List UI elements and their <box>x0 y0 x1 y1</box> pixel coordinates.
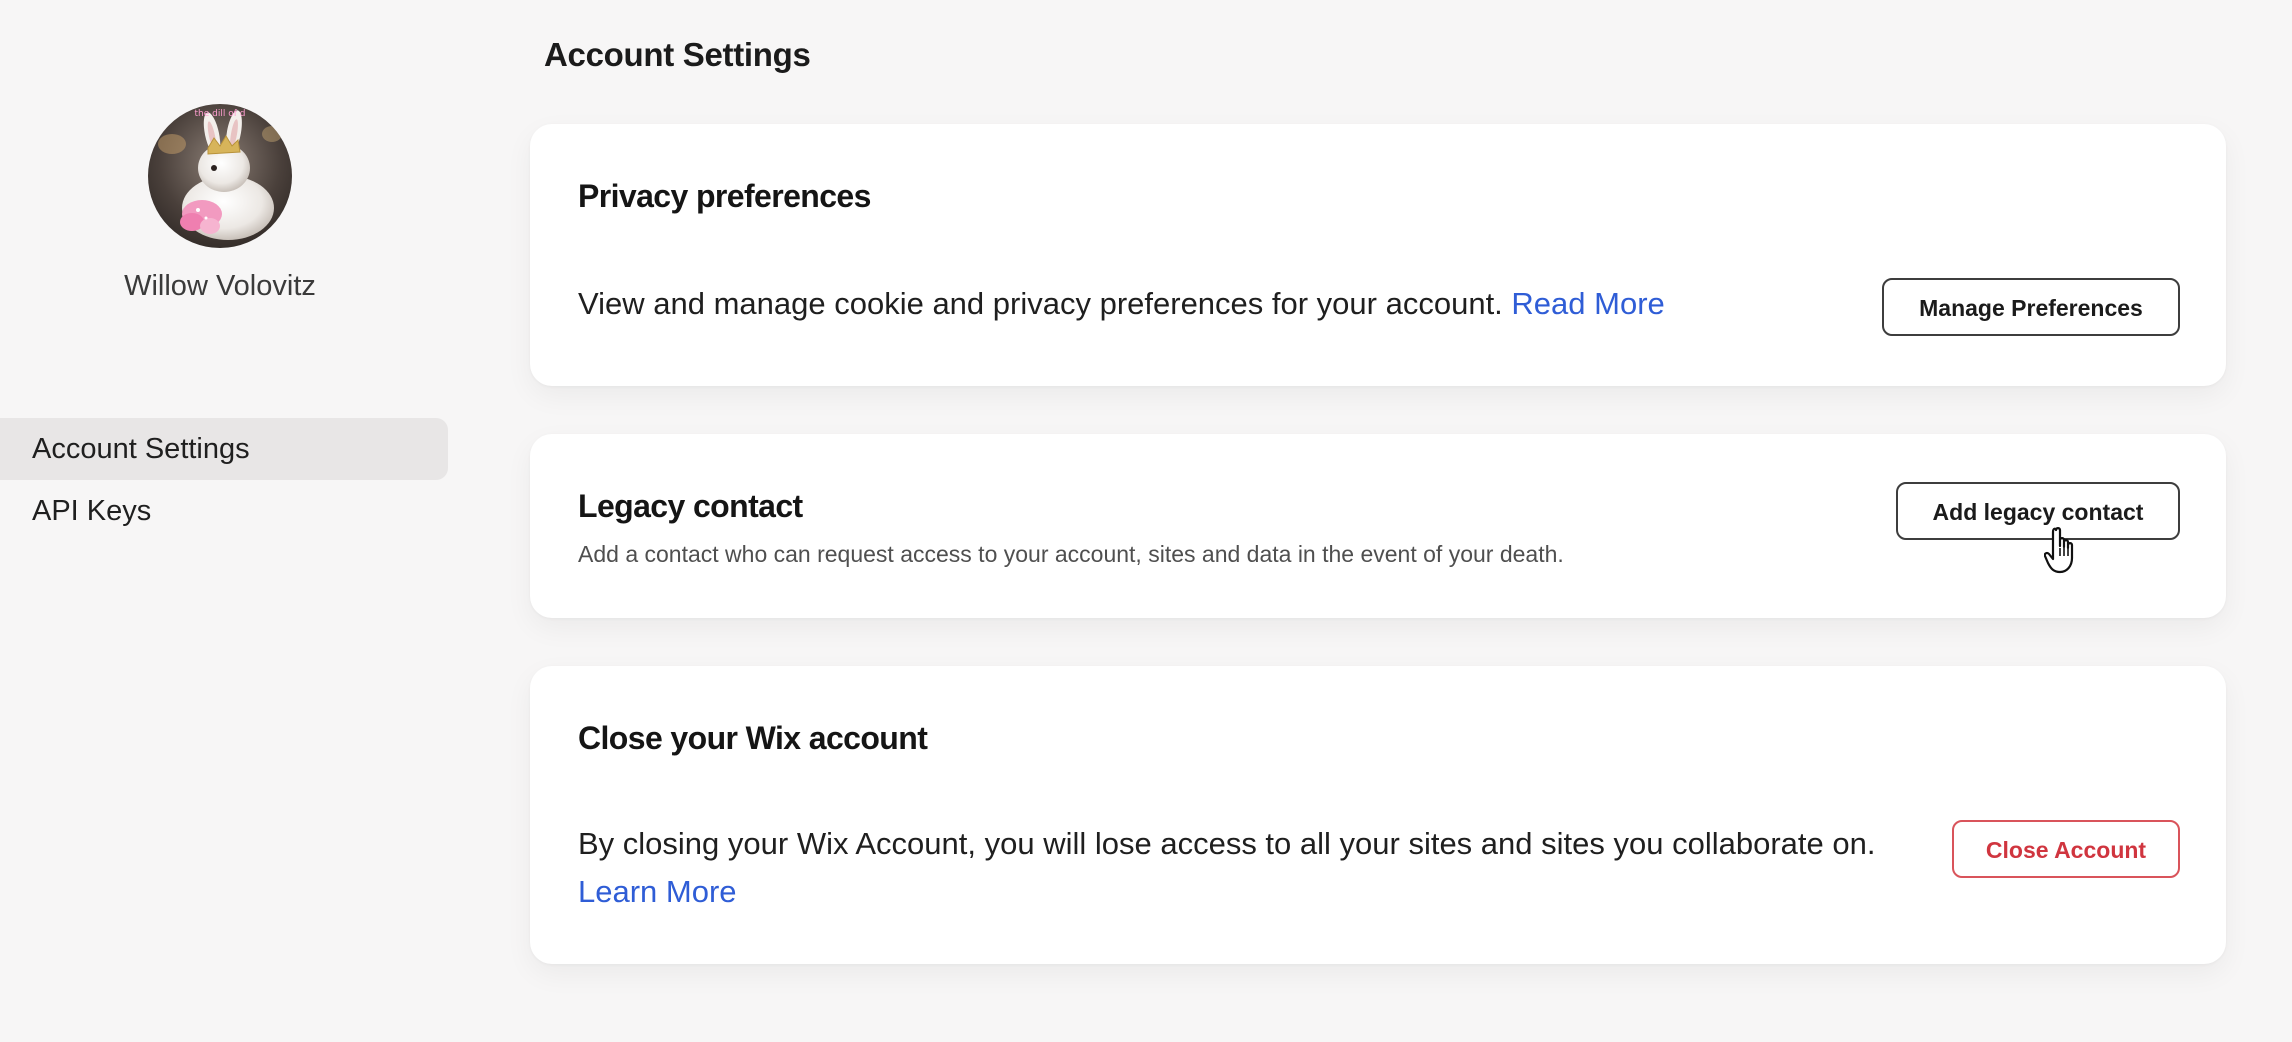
sidebar-item-label: API Keys <box>32 495 152 527</box>
profile-name: Willow Volovitz <box>124 270 316 302</box>
privacy-description-text: View and manage cookie and privacy prefe… <box>578 286 1503 321</box>
sidebar-item-account-settings[interactable]: Account Settings <box>0 418 448 480</box>
sidebar-item-label: Account Settings <box>32 433 250 465</box>
privacy-preferences-card: Privacy preferences View and manage cook… <box>530 124 2226 386</box>
avatar-overlay-text: the dill of d <box>195 109 246 119</box>
page-title: Account Settings <box>544 36 811 73</box>
avatar-image: the dill of d <box>148 104 292 248</box>
manage-preferences-button[interactable]: Manage Preferences <box>1882 278 2180 336</box>
add-legacy-contact-button[interactable]: Add legacy contact <box>1896 482 2180 540</box>
close-card-title: Close your Wix account <box>578 720 928 756</box>
privacy-card-description: View and manage cookie and privacy prefe… <box>578 280 1798 328</box>
hand-pointer-icon <box>2043 526 2084 576</box>
close-description-text: By closing your Wix Account, you will lo… <box>578 826 1876 861</box>
sidebar-item-api-keys[interactable]: API Keys <box>0 480 448 542</box>
avatar[interactable]: the dill of d <box>148 104 292 248</box>
close-account-card: Close your Wix account By closing your W… <box>530 666 2226 964</box>
legacy-contact-card: Legacy contact Add a contact who can req… <box>530 434 2226 618</box>
sidebar: the dill of d Willow Volovitz Account Se… <box>0 0 460 1042</box>
sidebar-nav: Account Settings API Keys <box>0 418 448 542</box>
legacy-card-description: Add a contact who can request access to … <box>578 541 1564 567</box>
legacy-card-title: Legacy contact <box>578 488 803 524</box>
learn-more-link[interactable]: Learn More <box>578 874 737 909</box>
close-account-button[interactable]: Close Account <box>1952 820 2180 878</box>
close-card-description: By closing your Wix Account, you will lo… <box>578 820 1878 916</box>
privacy-card-title: Privacy preferences <box>578 178 871 214</box>
read-more-link[interactable]: Read More <box>1511 286 1664 321</box>
